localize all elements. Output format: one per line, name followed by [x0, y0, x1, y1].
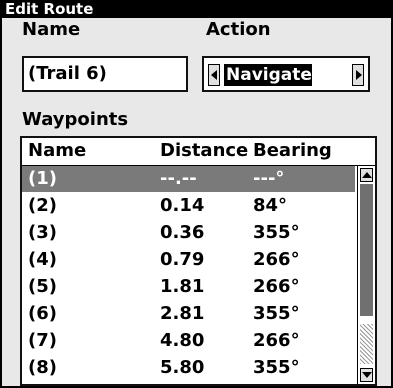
scroll-track-hatch — [360, 324, 373, 364]
cell-name: (1) — [28, 168, 57, 189]
scroll-up-arrow-icon[interactable] — [360, 168, 373, 182]
table-row[interactable]: (4) 0.79 266° — [22, 247, 355, 273]
waypoints-list[interactable]: Name Distance Bearing (1) --.-- ---° (2) 0.1… — [20, 136, 377, 386]
cell-bearing: 355° — [253, 303, 300, 324]
cell-distance: 0.36 — [160, 222, 205, 243]
route-name-field[interactable]: (Trail 6) — [22, 56, 188, 92]
left-arrow-icon[interactable] — [208, 64, 220, 86]
cell-bearing: 355° — [253, 357, 300, 378]
cell-distance: 0.14 — [160, 195, 205, 216]
table-row[interactable]: (1) --.-- ---° — [22, 166, 355, 192]
table-row[interactable]: (5) 1.81 266° — [22, 274, 355, 300]
cell-name: (8) — [28, 357, 57, 378]
cell-bearing: 355° — [253, 222, 300, 243]
scroll-track[interactable] — [360, 184, 373, 364]
cell-distance: --.-- — [160, 168, 197, 189]
cell-bearing: 266° — [253, 276, 300, 297]
table-row[interactable]: (8) 5.80 355° — [22, 355, 355, 381]
window-title: Edit Route — [0, 0, 393, 18]
action-label: Action — [206, 19, 271, 40]
cell-name: (6) — [28, 303, 57, 324]
list-header: Name Distance Bearing — [22, 138, 375, 166]
cell-name: (7) — [28, 330, 57, 351]
cell-bearing: 266° — [253, 330, 300, 351]
cell-distance: 4.80 — [160, 330, 205, 351]
cell-distance: 2.81 — [160, 303, 205, 324]
cell-name: (2) — [28, 195, 57, 216]
column-header-name: Name — [28, 140, 87, 161]
scrollbar[interactable] — [357, 166, 375, 384]
column-header-bearing: Bearing — [253, 140, 332, 161]
name-label: Name — [22, 19, 81, 40]
cell-distance: 5.80 — [160, 357, 205, 378]
right-arrow-icon[interactable] — [352, 64, 364, 86]
cell-name: (4) — [28, 249, 57, 270]
cell-bearing: 84° — [253, 195, 288, 216]
action-value[interactable]: Navigate — [224, 64, 312, 86]
cell-bearing: ---° — [253, 168, 285, 189]
cell-distance: 0.79 — [160, 249, 205, 270]
cell-bearing: 266° — [253, 249, 300, 270]
column-header-distance: Distance — [160, 140, 249, 161]
edit-route-panel: Name Action (Trail 6) Navigate Waypoints… — [2, 18, 391, 386]
table-row[interactable]: (7) 4.80 266° — [22, 328, 355, 354]
table-row[interactable]: (3) 0.36 355° — [22, 220, 355, 246]
scroll-thumb[interactable] — [360, 184, 373, 316]
cell-distance: 1.81 — [160, 276, 205, 297]
waypoints-label: Waypoints — [22, 109, 129, 130]
scroll-down-arrow-icon[interactable] — [360, 368, 373, 382]
table-row[interactable]: (6) 2.81 355° — [22, 301, 355, 327]
cell-name: (5) — [28, 276, 57, 297]
action-selector[interactable]: Navigate — [202, 56, 370, 92]
cell-name: (3) — [28, 222, 57, 243]
table-row[interactable]: (2) 0.14 84° — [22, 193, 355, 219]
